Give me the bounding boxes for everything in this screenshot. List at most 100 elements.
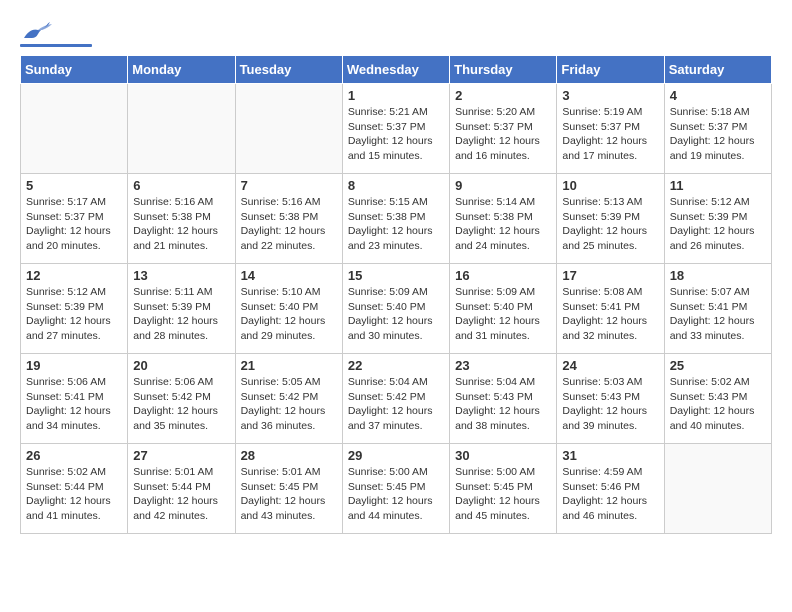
day-info: Sunrise: 5:20 AMSunset: 5:37 PMDaylight:… [455,105,551,164]
calendar-cell [128,84,235,174]
calendar-cell: 9 Sunrise: 5:14 AMSunset: 5:38 PMDayligh… [450,174,557,264]
day-info: Sunrise: 5:04 AMSunset: 5:42 PMDaylight:… [348,375,444,434]
day-info: Sunrise: 5:12 AMSunset: 5:39 PMDaylight:… [670,195,766,254]
calendar-cell: 24 Sunrise: 5:03 AMSunset: 5:43 PMDaylig… [557,354,664,444]
day-number: 3 [562,88,658,103]
day-number: 17 [562,268,658,283]
calendar-cell: 31 Sunrise: 4:59 AMSunset: 5:46 PMDaylig… [557,444,664,534]
day-info: Sunrise: 5:01 AMSunset: 5:45 PMDaylight:… [241,465,337,524]
day-number: 2 [455,88,551,103]
day-info: Sunrise: 5:04 AMSunset: 5:43 PMDaylight:… [455,375,551,434]
calendar-cell: 11 Sunrise: 5:12 AMSunset: 5:39 PMDaylig… [664,174,771,264]
day-info: Sunrise: 5:13 AMSunset: 5:39 PMDaylight:… [562,195,658,254]
calendar-cell [21,84,128,174]
day-info: Sunrise: 4:59 AMSunset: 5:46 PMDaylight:… [562,465,658,524]
day-info: Sunrise: 5:09 AMSunset: 5:40 PMDaylight:… [348,285,444,344]
day-info: Sunrise: 5:16 AMSunset: 5:38 PMDaylight:… [133,195,229,254]
day-number: 9 [455,178,551,193]
day-number: 10 [562,178,658,193]
calendar-cell: 2 Sunrise: 5:20 AMSunset: 5:37 PMDayligh… [450,84,557,174]
day-number: 8 [348,178,444,193]
calendar-cell: 10 Sunrise: 5:13 AMSunset: 5:39 PMDaylig… [557,174,664,264]
day-number: 4 [670,88,766,103]
calendar-cell: 15 Sunrise: 5:09 AMSunset: 5:40 PMDaylig… [342,264,449,354]
calendar-cell: 28 Sunrise: 5:01 AMSunset: 5:45 PMDaylig… [235,444,342,534]
calendar-cell: 7 Sunrise: 5:16 AMSunset: 5:38 PMDayligh… [235,174,342,264]
calendar-cell: 8 Sunrise: 5:15 AMSunset: 5:38 PMDayligh… [342,174,449,264]
day-number: 14 [241,268,337,283]
calendar-cell: 14 Sunrise: 5:10 AMSunset: 5:40 PMDaylig… [235,264,342,354]
calendar-cell: 16 Sunrise: 5:09 AMSunset: 5:40 PMDaylig… [450,264,557,354]
calendar-cell: 27 Sunrise: 5:01 AMSunset: 5:44 PMDaylig… [128,444,235,534]
calendar-table: SundayMondayTuesdayWednesdayThursdayFrid… [20,55,772,534]
calendar-cell: 23 Sunrise: 5:04 AMSunset: 5:43 PMDaylig… [450,354,557,444]
day-number: 25 [670,358,766,373]
calendar-cell: 6 Sunrise: 5:16 AMSunset: 5:38 PMDayligh… [128,174,235,264]
calendar-cell: 17 Sunrise: 5:08 AMSunset: 5:41 PMDaylig… [557,264,664,354]
day-info: Sunrise: 5:01 AMSunset: 5:44 PMDaylight:… [133,465,229,524]
day-info: Sunrise: 5:18 AMSunset: 5:37 PMDaylight:… [670,105,766,164]
day-number: 29 [348,448,444,463]
day-number: 30 [455,448,551,463]
day-info: Sunrise: 5:05 AMSunset: 5:42 PMDaylight:… [241,375,337,434]
calendar-week-row: 5 Sunrise: 5:17 AMSunset: 5:37 PMDayligh… [21,174,772,264]
day-number: 23 [455,358,551,373]
day-number: 19 [26,358,122,373]
calendar-week-row: 26 Sunrise: 5:02 AMSunset: 5:44 PMDaylig… [21,444,772,534]
column-header-saturday: Saturday [664,56,771,84]
page-header [20,20,772,47]
day-number: 7 [241,178,337,193]
logo [20,20,92,47]
calendar-cell: 4 Sunrise: 5:18 AMSunset: 5:37 PMDayligh… [664,84,771,174]
day-number: 20 [133,358,229,373]
day-number: 6 [133,178,229,193]
column-header-sunday: Sunday [21,56,128,84]
day-info: Sunrise: 5:08 AMSunset: 5:41 PMDaylight:… [562,285,658,344]
day-info: Sunrise: 5:17 AMSunset: 5:37 PMDaylight:… [26,195,122,254]
calendar-week-row: 1 Sunrise: 5:21 AMSunset: 5:37 PMDayligh… [21,84,772,174]
column-header-friday: Friday [557,56,664,84]
day-info: Sunrise: 5:06 AMSunset: 5:42 PMDaylight:… [133,375,229,434]
day-number: 31 [562,448,658,463]
calendar-cell: 21 Sunrise: 5:05 AMSunset: 5:42 PMDaylig… [235,354,342,444]
calendar-cell: 1 Sunrise: 5:21 AMSunset: 5:37 PMDayligh… [342,84,449,174]
day-number: 22 [348,358,444,373]
day-number: 26 [26,448,122,463]
day-number: 18 [670,268,766,283]
calendar-cell: 12 Sunrise: 5:12 AMSunset: 5:39 PMDaylig… [21,264,128,354]
column-header-wednesday: Wednesday [342,56,449,84]
day-info: Sunrise: 5:07 AMSunset: 5:41 PMDaylight:… [670,285,766,344]
calendar-cell: 13 Sunrise: 5:11 AMSunset: 5:39 PMDaylig… [128,264,235,354]
column-header-monday: Monday [128,56,235,84]
day-number: 27 [133,448,229,463]
calendar-cell: 18 Sunrise: 5:07 AMSunset: 5:41 PMDaylig… [664,264,771,354]
day-info: Sunrise: 5:12 AMSunset: 5:39 PMDaylight:… [26,285,122,344]
day-info: Sunrise: 5:16 AMSunset: 5:38 PMDaylight:… [241,195,337,254]
day-number: 24 [562,358,658,373]
day-number: 15 [348,268,444,283]
calendar-cell: 19 Sunrise: 5:06 AMSunset: 5:41 PMDaylig… [21,354,128,444]
calendar-cell: 20 Sunrise: 5:06 AMSunset: 5:42 PMDaylig… [128,354,235,444]
day-number: 1 [348,88,444,103]
day-info: Sunrise: 5:10 AMSunset: 5:40 PMDaylight:… [241,285,337,344]
column-header-thursday: Thursday [450,56,557,84]
column-header-tuesday: Tuesday [235,56,342,84]
day-info: Sunrise: 5:02 AMSunset: 5:44 PMDaylight:… [26,465,122,524]
calendar-cell: 26 Sunrise: 5:02 AMSunset: 5:44 PMDaylig… [21,444,128,534]
day-info: Sunrise: 5:06 AMSunset: 5:41 PMDaylight:… [26,375,122,434]
day-info: Sunrise: 5:21 AMSunset: 5:37 PMDaylight:… [348,105,444,164]
day-info: Sunrise: 5:09 AMSunset: 5:40 PMDaylight:… [455,285,551,344]
calendar-cell: 3 Sunrise: 5:19 AMSunset: 5:37 PMDayligh… [557,84,664,174]
day-info: Sunrise: 5:02 AMSunset: 5:43 PMDaylight:… [670,375,766,434]
day-info: Sunrise: 5:15 AMSunset: 5:38 PMDaylight:… [348,195,444,254]
day-info: Sunrise: 5:03 AMSunset: 5:43 PMDaylight:… [562,375,658,434]
calendar-cell: 30 Sunrise: 5:00 AMSunset: 5:45 PMDaylig… [450,444,557,534]
day-info: Sunrise: 5:00 AMSunset: 5:45 PMDaylight:… [348,465,444,524]
day-info: Sunrise: 5:19 AMSunset: 5:37 PMDaylight:… [562,105,658,164]
day-info: Sunrise: 5:14 AMSunset: 5:38 PMDaylight:… [455,195,551,254]
day-number: 5 [26,178,122,193]
calendar-cell: 5 Sunrise: 5:17 AMSunset: 5:37 PMDayligh… [21,174,128,264]
calendar-cell [235,84,342,174]
day-number: 12 [26,268,122,283]
calendar-cell: 29 Sunrise: 5:00 AMSunset: 5:45 PMDaylig… [342,444,449,534]
